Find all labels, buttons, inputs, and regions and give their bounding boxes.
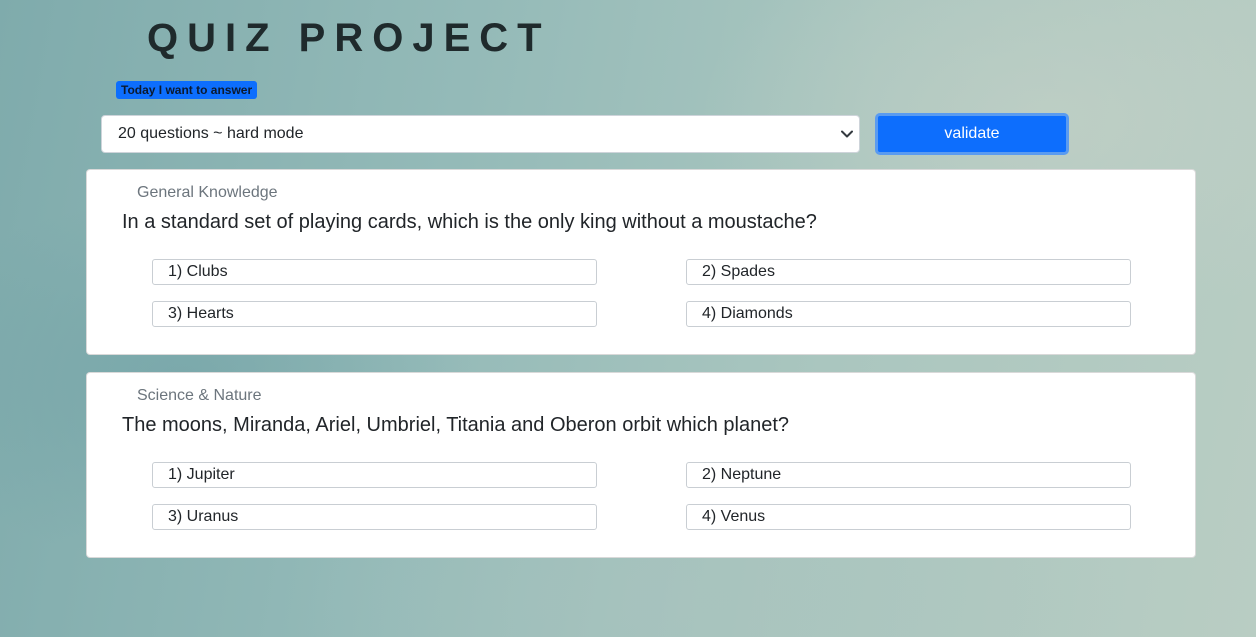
answer-option[interactable]: 3) Hearts <box>152 301 597 327</box>
answer-option[interactable]: 2) Neptune <box>686 462 1131 488</box>
chevron-down-icon <box>841 116 853 152</box>
answer-option[interactable]: 4) Diamonds <box>686 301 1131 327</box>
select-value: 20 questions ~ hard mode <box>118 125 304 142</box>
answer-option[interactable]: 1) Jupiter <box>152 462 597 488</box>
answer-option[interactable]: 4) Venus <box>686 504 1131 530</box>
question-category: Science & Nature <box>137 387 262 404</box>
question-card: General Knowledge In a standard set of p… <box>86 169 1196 355</box>
validate-button[interactable]: validate <box>875 113 1069 155</box>
question-text: In a standard set of playing cards, whic… <box>122 211 817 233</box>
question-category: General Knowledge <box>137 184 278 201</box>
app-title: QUIZ PROJECT <box>147 16 551 60</box>
prompt-badge: Today I want to answer <box>116 81 258 99</box>
question-card: Science & Nature The moons, Miranda, Ari… <box>86 372 1196 558</box>
question-text: The moons, Miranda, Ariel, Umbriel, Tita… <box>122 414 790 436</box>
question-count-select[interactable]: 20 questions ~ hard mode <box>101 115 860 153</box>
answer-option[interactable]: 1) Clubs <box>152 259 597 285</box>
answer-option[interactable]: 3) Uranus <box>152 504 597 530</box>
answer-option[interactable]: 2) Spades <box>686 259 1131 285</box>
